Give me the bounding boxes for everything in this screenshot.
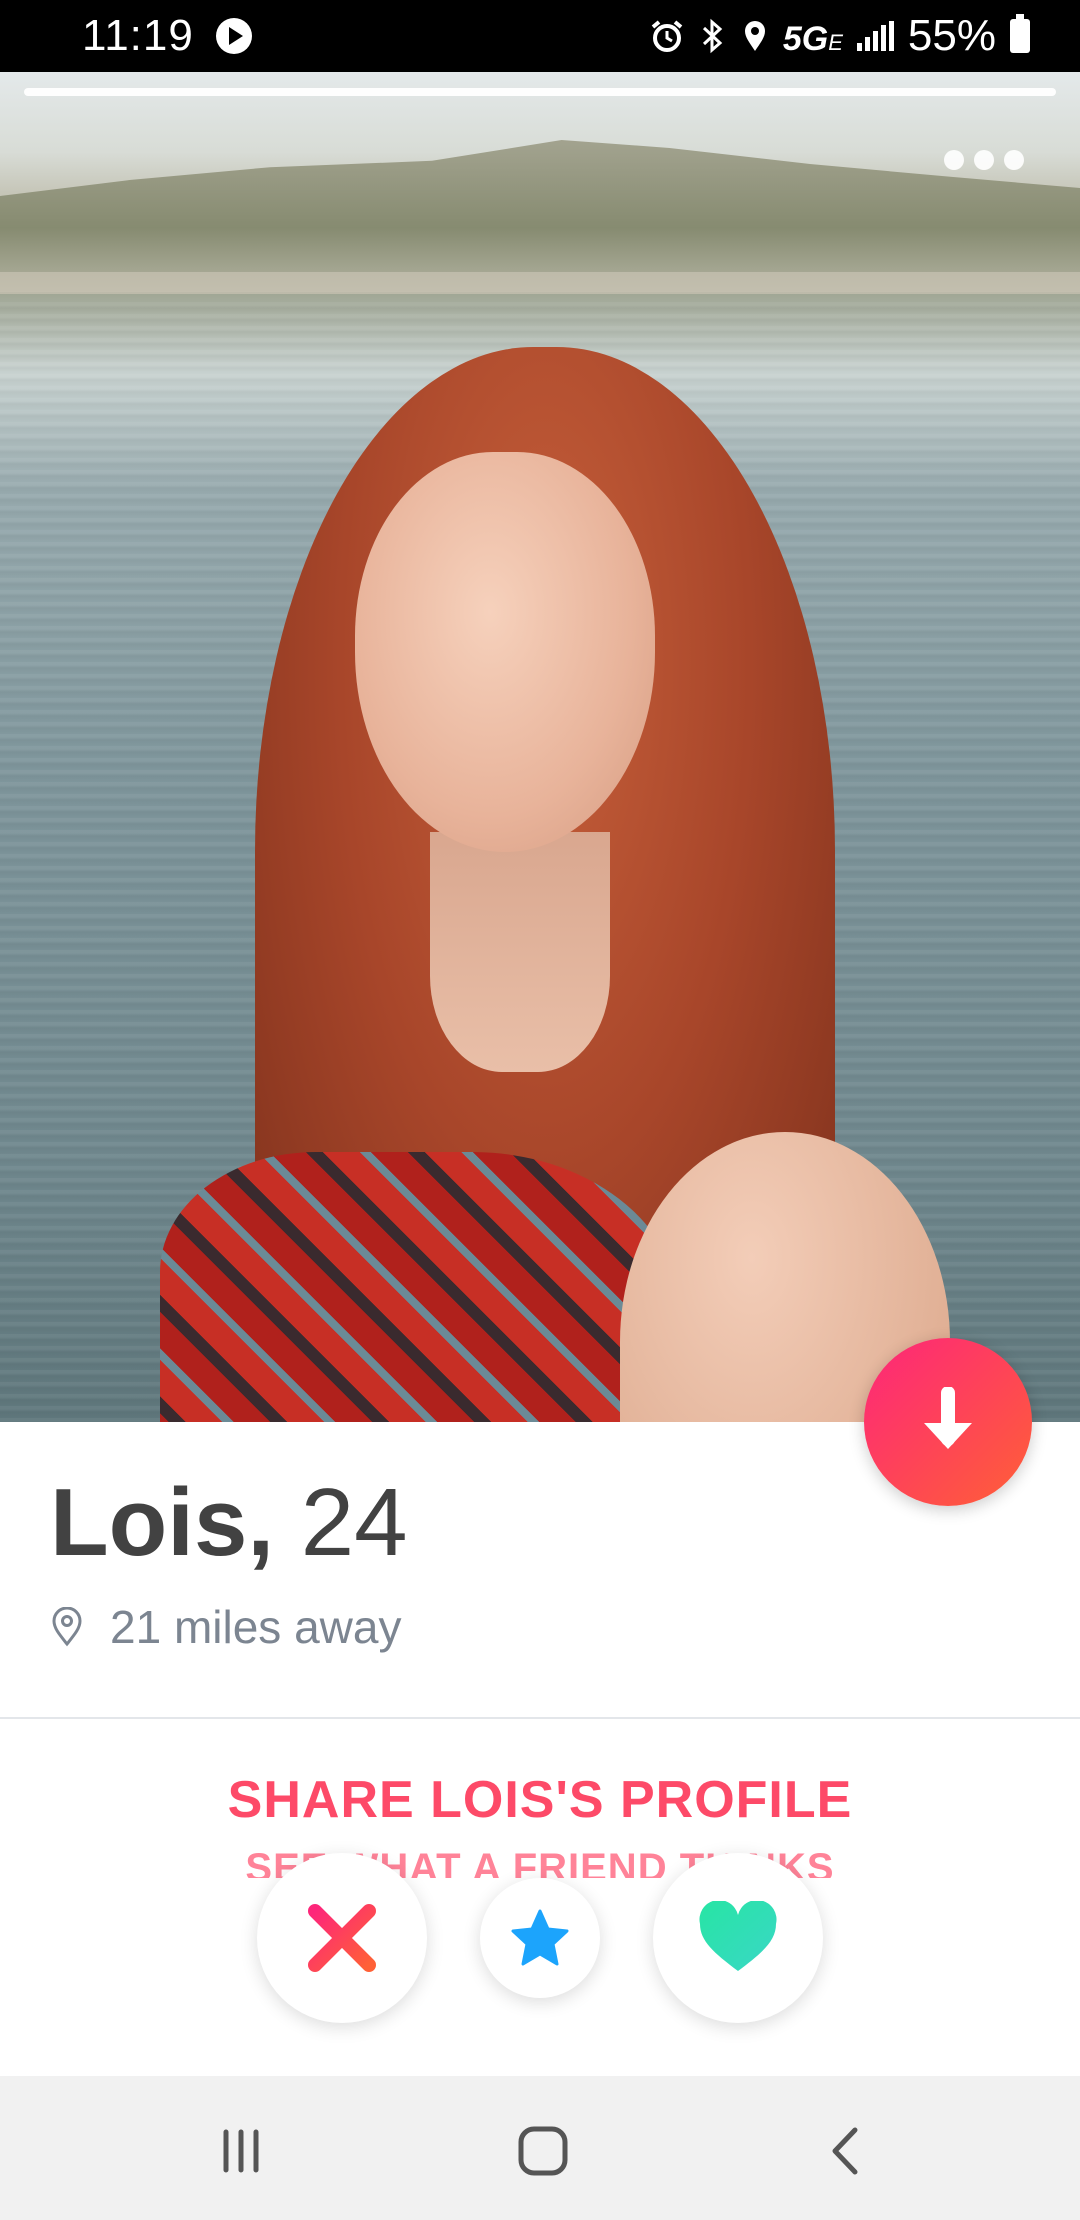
signal-icon (856, 21, 894, 51)
status-time: 11:19 (82, 11, 194, 60)
home-icon (518, 2126, 568, 2176)
home-button[interactable] (483, 2106, 603, 2196)
like-button[interactable] (653, 1853, 823, 2023)
star-icon (511, 1909, 569, 1966)
profile-distance-row: 21 miles away (50, 1600, 401, 1654)
share-profile-button[interactable]: SHARE LOIS'S PROFILE (0, 1770, 1080, 1830)
bluetooth-icon (702, 18, 723, 54)
back-button[interactable] (785, 2106, 905, 2196)
photo-page-tab (24, 88, 1056, 96)
recents-button[interactable] (181, 2106, 301, 2196)
network-type: 5GE (782, 20, 843, 58)
battery-icon (1010, 14, 1030, 53)
back-icon (832, 2127, 858, 2175)
location-icon (744, 21, 765, 51)
play-notification-icon (215, 18, 252, 54)
recents-icon (223, 2129, 259, 2173)
status-bar: 11:19 5GE 55% (0, 0, 1080, 72)
location-pin-icon (52, 1607, 82, 1647)
profile-name: Lois, (50, 1469, 275, 1576)
collapse-info-button[interactable] (864, 1338, 1032, 1506)
profile-photo[interactable] (0, 72, 1080, 1422)
x-icon (308, 1904, 376, 1972)
alarm-icon (651, 20, 683, 52)
photo-hill (0, 140, 1080, 292)
photo-face (355, 452, 655, 852)
system-nav-bar (0, 2076, 1080, 2220)
photo-page-indicator (24, 88, 1056, 96)
battery-percent: 55% (907, 11, 996, 60)
photo-shore (0, 272, 1080, 294)
heart-icon (699, 1901, 777, 1971)
photo-neck (430, 832, 610, 1072)
photo-dress (160, 1152, 680, 1422)
super-like-button[interactable] (480, 1878, 600, 1998)
divider (0, 1717, 1080, 1719)
profile-name-line: Lois, 24 (50, 1470, 407, 1576)
profile-distance: 21 miles away (110, 1601, 402, 1653)
more-options-icon[interactable] (944, 150, 1024, 170)
share-profile-subtitle: SEE WHAT A FRIEND THINKS (245, 1848, 835, 1878)
profile-age: 24 (300, 1469, 408, 1576)
arrow-down-icon (924, 1387, 972, 1449)
nope-button[interactable] (257, 1853, 427, 2023)
